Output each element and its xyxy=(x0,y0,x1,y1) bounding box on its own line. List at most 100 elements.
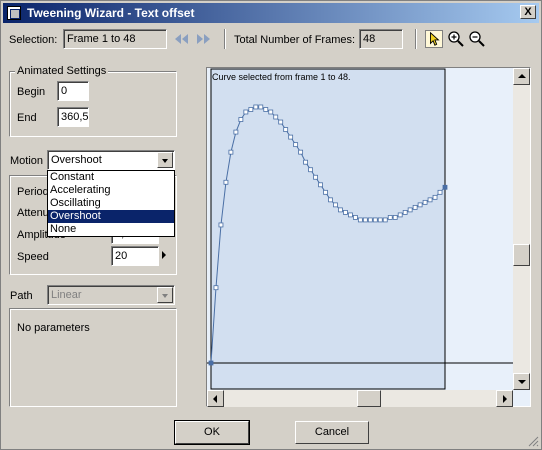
curve-point[interactable] xyxy=(288,134,294,140)
close-button[interactable]: X xyxy=(520,5,536,19)
scroll-left-button[interactable] xyxy=(207,390,224,407)
curve-point[interactable] xyxy=(233,129,239,135)
curve-point[interactable] xyxy=(213,285,219,291)
window-title: Tweening Wizard - Text offset xyxy=(27,6,195,20)
curve-point[interactable] xyxy=(427,197,433,203)
ok-button[interactable]: OK xyxy=(174,420,250,445)
curve-point[interactable] xyxy=(402,209,408,215)
curve-point[interactable] xyxy=(318,182,323,188)
end-input[interactable]: 360,5 xyxy=(57,107,89,127)
animated-settings-group xyxy=(9,71,177,137)
motion-option-constant[interactable]: Constant xyxy=(48,171,174,184)
frame-selection-region xyxy=(210,68,446,390)
horizontal-scroll-thumb[interactable] xyxy=(357,390,381,407)
curve-point[interactable] xyxy=(357,217,363,223)
motion-option-oscillating[interactable]: Oscillating xyxy=(48,197,174,210)
curve-point[interactable] xyxy=(367,217,373,223)
curve-point[interactable] xyxy=(298,149,304,155)
curve-point[interactable] xyxy=(372,217,378,223)
path-dropdown-button xyxy=(157,287,173,303)
begin-input[interactable]: 0 xyxy=(57,81,89,101)
no-parameters-text: No parameters xyxy=(17,322,90,334)
motion-dropdown-button[interactable] xyxy=(157,152,173,168)
curve-point[interactable] xyxy=(382,217,388,223)
curve-point[interactable] xyxy=(248,107,254,112)
speed-input[interactable]: 20 xyxy=(111,246,159,266)
curve-plot[interactable] xyxy=(207,68,513,390)
curve-point[interactable] xyxy=(437,189,443,195)
curve-point[interactable] xyxy=(273,114,279,120)
curve-point[interactable] xyxy=(407,207,413,213)
total-frames-label: Total Number of Frames: xyxy=(234,34,356,46)
motion-option-accelerating[interactable]: Accelerating xyxy=(48,184,174,197)
curve-graph-area[interactable]: Curve selected from frame 1 to 48. xyxy=(206,67,531,407)
zoom-in-icon[interactable] xyxy=(447,30,465,48)
curve-point[interactable] xyxy=(352,215,358,220)
curve-point[interactable] xyxy=(268,109,274,115)
curve-point[interactable] xyxy=(377,217,383,223)
app-icon xyxy=(7,6,21,20)
curve-point[interactable] xyxy=(208,360,214,366)
previous-icon[interactable] xyxy=(173,30,191,48)
curve-point[interactable] xyxy=(258,104,264,110)
selection-field: Frame 1 to 48 xyxy=(63,29,167,49)
curve-point[interactable] xyxy=(303,159,308,165)
curve-point[interactable] xyxy=(253,104,259,110)
vertical-scrollbar[interactable] xyxy=(513,68,530,390)
curve-point[interactable] xyxy=(313,174,318,180)
graph-caption: Curve selected from frame 1 to 48. xyxy=(212,72,351,82)
curve-point[interactable] xyxy=(323,189,328,195)
curve-point[interactable] xyxy=(422,199,428,205)
next-icon[interactable] xyxy=(194,30,212,48)
curve-point[interactable] xyxy=(283,127,289,132)
begin-label: Begin xyxy=(17,86,46,98)
motion-dropdown-list: Constant Accelerating Oscillating Oversh… xyxy=(47,170,175,237)
curve-point[interactable] xyxy=(348,212,353,218)
curve-point[interactable] xyxy=(223,179,229,185)
horizontal-scrollbar[interactable] xyxy=(207,390,513,407)
scroll-up-button[interactable] xyxy=(513,68,530,85)
speed-spin-arrow-icon[interactable] xyxy=(162,251,166,259)
resize-grip-icon[interactable] xyxy=(527,435,539,447)
curve-point[interactable] xyxy=(417,202,423,208)
curve-point[interactable] xyxy=(338,207,343,213)
animated-settings-legend: Animated Settings xyxy=(15,65,109,77)
vertical-scroll-thumb[interactable] xyxy=(513,244,530,266)
curve-point[interactable] xyxy=(333,202,338,208)
curve-point[interactable] xyxy=(243,109,249,115)
curve-point[interactable] xyxy=(308,167,313,173)
scroll-down-button[interactable] xyxy=(513,373,530,390)
cancel-button[interactable]: Cancel xyxy=(295,421,369,444)
selection-label: Selection: xyxy=(9,34,58,46)
toolbar-separator xyxy=(224,29,226,49)
title-bar[interactable]: Tweening Wizard - Text offset X xyxy=(3,3,539,23)
motion-option-overshoot[interactable]: Overshoot xyxy=(48,210,174,223)
curve-point[interactable] xyxy=(362,217,368,223)
path-select: Linear xyxy=(47,285,175,305)
curve-point[interactable] xyxy=(432,194,438,200)
curve-point[interactable] xyxy=(278,119,284,125)
curve-point[interactable] xyxy=(387,215,393,220)
curve-point[interactable] xyxy=(343,209,348,215)
speed-label: Speed xyxy=(17,251,49,263)
motion-label: Motion xyxy=(10,155,44,167)
scroll-right-button[interactable] xyxy=(496,390,513,407)
motion-option-none[interactable]: None xyxy=(48,223,174,236)
curve-point[interactable] xyxy=(412,204,418,210)
curve-point[interactable] xyxy=(263,107,269,112)
curve-point[interactable] xyxy=(228,149,234,155)
end-label: End xyxy=(17,112,37,124)
pointer-icon[interactable] xyxy=(425,30,443,48)
curve-point[interactable] xyxy=(293,142,299,148)
curve-point[interactable] xyxy=(392,215,398,220)
curve-point[interactable] xyxy=(328,197,333,203)
period-label: Period xyxy=(17,186,49,198)
curve-point[interactable] xyxy=(397,212,403,218)
curve-point[interactable] xyxy=(442,184,448,190)
toolbar-separator xyxy=(415,29,417,49)
curve-point[interactable] xyxy=(218,222,224,228)
curve-point[interactable] xyxy=(238,117,244,122)
zoom-out-icon[interactable] xyxy=(468,30,486,48)
motion-select[interactable]: Overshoot xyxy=(47,150,175,170)
total-frames-field: 48 xyxy=(359,29,403,49)
